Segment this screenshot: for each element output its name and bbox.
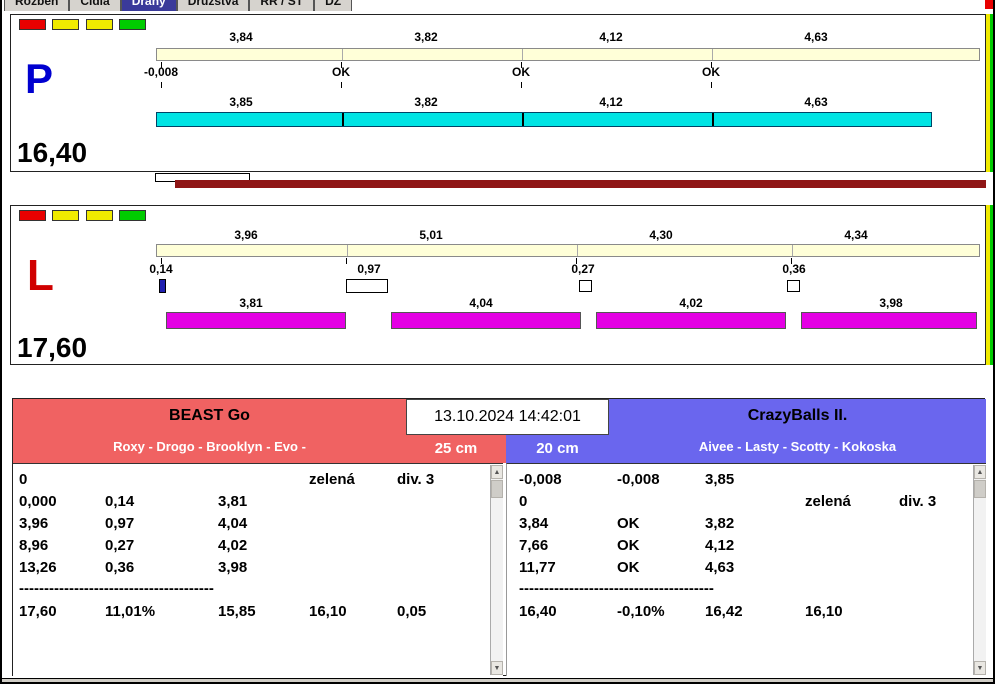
scroll-up-icon[interactable]: ▲ — [974, 465, 986, 479]
crossing-marker: OK — [702, 65, 720, 79]
lane-total-l: 17,60 — [17, 332, 88, 363]
team-left-dogs: Roxy - Drogo - Brooklyn - Evo - — [113, 439, 306, 454]
scrollbar-thumb[interactable] — [491, 480, 503, 498]
status-square-yellow-icon — [85, 19, 113, 30]
result-row: 7,66 OK 4,12 — [519, 536, 735, 554]
timing-app-window: { "colors": { "lane_p_letter": "#0000d0"… — [0, 0, 995, 684]
status-square-yellow-icon — [85, 210, 113, 221]
tab-bar: Rozběh Čidla Dráhy Družstva RR / ST DZ — [4, 0, 353, 11]
result-row: 0 zelená div. 3 — [519, 492, 937, 510]
team-left-name: BEAST Go — [169, 407, 250, 424]
sensor-bar-top — [156, 244, 980, 257]
status-square-red-icon — [19, 210, 46, 221]
split-time: 3,84 — [229, 30, 253, 44]
status-lights — [19, 19, 148, 37]
split-time: 5,01 — [419, 228, 443, 242]
run-bar-l-segment — [801, 312, 977, 329]
crossing-marker: OK — [512, 65, 530, 79]
separator-line: --------------------------------------- — [19, 580, 214, 597]
tab-rozbeh[interactable]: Rozběh — [4, 0, 70, 11]
start-fault-marker — [159, 279, 166, 293]
result-row: 0,000 0,14 3,81 — [19, 492, 248, 510]
status-square-green-icon — [119, 19, 147, 30]
scrollbar[interactable]: ▲ ▼ — [490, 465, 503, 675]
split-time: 4,12 — [599, 30, 623, 44]
scrollbar[interactable]: ▲ ▼ — [973, 465, 986, 675]
split-time: 4,04 — [469, 296, 493, 310]
team-left-height: 25 cm — [406, 435, 506, 463]
status-square-red-icon — [19, 19, 46, 30]
corner-marker — [985, 0, 995, 9]
run-bar-p — [156, 112, 932, 127]
scoreboard: BEAST Go Roxy - Drogo - Brooklyn - Evo -… — [12, 398, 986, 676]
tab-drahy[interactable]: Dráhy — [120, 0, 177, 11]
scrollbar-thumb[interactable] — [974, 480, 986, 498]
split-time: 4,34 — [844, 228, 868, 242]
edge-strip-green — [990, 205, 994, 365]
scroll-down-icon[interactable]: ▼ — [974, 661, 986, 675]
team-left-header: BEAST Go Roxy - Drogo - Brooklyn - Evo - — [13, 399, 406, 463]
crossing-marker: OK — [332, 65, 350, 79]
team-right-dogs: Aivee - Lasty - Scotty - Kokoska — [698, 439, 897, 454]
status-square-yellow-icon — [52, 210, 80, 221]
team-right-header: CrazyBalls II. Aivee - Lasty - Scotty - … — [609, 399, 986, 463]
gap-box — [579, 280, 592, 292]
total-row: 17,60 11,01% 15,85 16,10 0,05 — [19, 602, 427, 620]
split-time: 4,63 — [804, 95, 828, 109]
split-time: 3,98 — [879, 296, 903, 310]
lane-panel-p: P 3,84 3,82 4,12 4,63 -0,008 OK OK OK 3,… — [10, 14, 986, 172]
split-time: 4,63 — [804, 30, 828, 44]
team-right-name: CrazyBalls II. — [747, 407, 848, 424]
scroll-down-icon[interactable]: ▼ — [491, 661, 503, 675]
split-time: 3,96 — [234, 228, 258, 242]
crossing-marker: 0,36 — [782, 262, 806, 276]
split-time: 3,82 — [414, 30, 438, 44]
split-time: 3,82 — [414, 95, 438, 109]
gap-box — [787, 280, 800, 292]
status-lights — [19, 210, 148, 228]
crossing-marker: 0,27 — [571, 262, 595, 276]
results-pane-left: 0 zelená div. 3 0,000 0,14 3,81 3,96 0,97 4,04… — [13, 463, 503, 676]
split-time: 4,02 — [679, 296, 703, 310]
sensor-bar-top — [156, 48, 980, 61]
scroll-up-icon[interactable]: ▲ — [491, 465, 503, 479]
tab-dz[interactable]: DZ — [314, 0, 353, 11]
result-row: 0 zelená div. 3 — [19, 470, 435, 488]
result-row: 3,96 0,97 4,04 — [19, 514, 248, 532]
team-right-height: 20 cm — [506, 435, 609, 463]
tab-druzstva[interactable]: Družstva — [176, 0, 250, 11]
timeline-bar — [175, 180, 986, 188]
edge-strip-green — [990, 14, 994, 172]
lane-label-p: P — [25, 55, 54, 102]
split-time: 4,30 — [649, 228, 673, 242]
result-row: 3,84 OK 3,82 — [519, 514, 735, 532]
result-row: 8,96 0,27 4,02 — [19, 536, 248, 554]
lane-panel-l: L 3,96 5,01 4,30 4,34 0,14 0,97 0,27 0,3… — [10, 205, 986, 365]
lane-total-p: 16,40 — [17, 137, 88, 168]
run-bar-l-segment — [166, 312, 346, 329]
run-bar-l-segment — [596, 312, 786, 329]
split-time: 3,81 — [239, 296, 263, 310]
separator-line: --------------------------------------- — [519, 580, 714, 597]
run-bar-l-segment — [391, 312, 581, 329]
split-time: 3,85 — [229, 95, 253, 109]
gap-box — [346, 279, 388, 293]
result-row: -0,008 -0,008 3,85 — [519, 470, 735, 488]
tab-cidla[interactable]: Čidla — [69, 0, 121, 11]
lane-label-l: L — [27, 251, 54, 300]
total-row: 16,40 -0,10% 16,42 16,10 — [519, 602, 843, 620]
bottom-strip — [0, 678, 995, 684]
split-time: 4,12 — [599, 95, 623, 109]
tab-rr-st[interactable]: RR / ST — [249, 0, 315, 11]
crossing-marker: 0,14 — [149, 262, 173, 276]
crossing-marker: -0,008 — [143, 65, 179, 79]
result-row: 13,26 0,36 3,98 — [19, 558, 248, 576]
status-square-green-icon — [119, 210, 147, 221]
result-row: 11,77 OK 4,63 — [519, 558, 735, 576]
crossing-marker: 0,97 — [357, 262, 381, 276]
results-pane-right: -0,008 -0,008 3,85 0 zelená div. 3 3,84 OK 3,8… — [506, 463, 986, 676]
timestamp: 13.10.2024 14:42:01 — [406, 399, 609, 435]
status-square-yellow-icon — [52, 19, 80, 30]
